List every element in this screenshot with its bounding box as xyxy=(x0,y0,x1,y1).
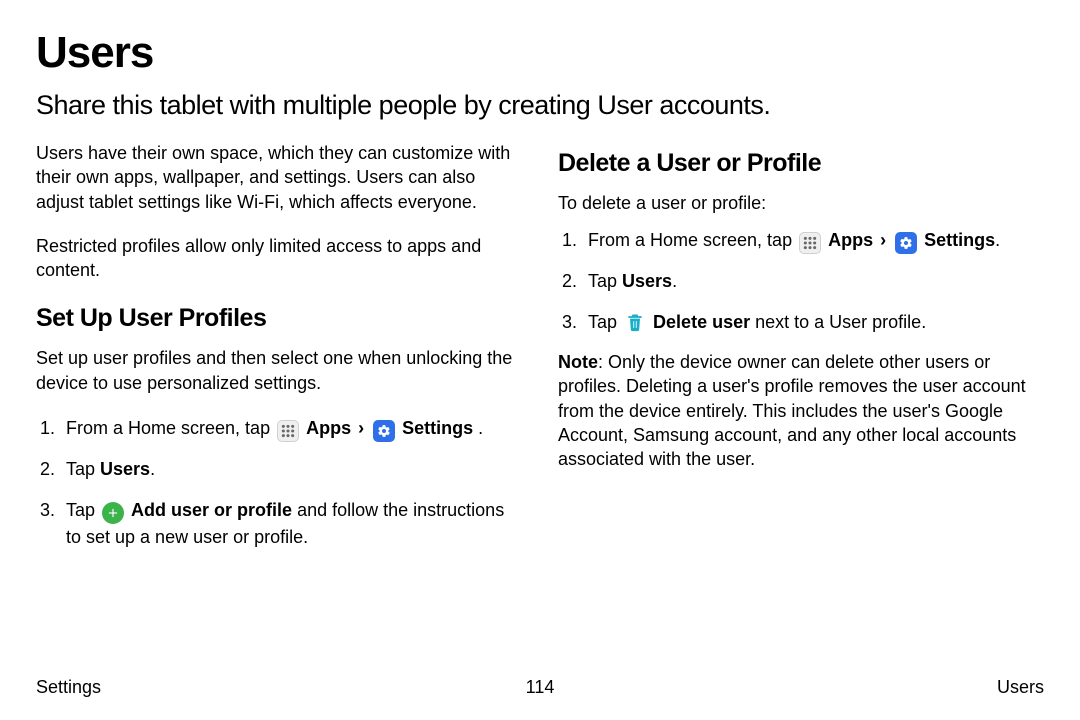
delete-steps: From a Home screen, tap Apps › Settings.… xyxy=(558,227,1044,336)
settings-label: Settings xyxy=(402,418,473,438)
apps-icon xyxy=(277,420,299,442)
users-label: Users xyxy=(622,271,672,291)
apps-label: Apps xyxy=(828,230,873,250)
delete-user-label: Delete user xyxy=(653,312,750,332)
apps-icon xyxy=(799,232,821,254)
step-text-post: . xyxy=(150,459,155,479)
intro-paragraph-1: Users have their own space, which they c… xyxy=(36,141,522,214)
step-text-post: . xyxy=(478,418,483,438)
breadcrumb-caret: › xyxy=(358,418,364,438)
step-text-post: . xyxy=(672,271,677,291)
step-text: Tap xyxy=(66,500,100,520)
page-subtitle: Share this tablet with multiple people b… xyxy=(36,90,1044,121)
footer-page-number: 114 xyxy=(526,677,555,698)
step-text: From a Home screen, tap xyxy=(588,230,797,250)
step-text: Tap xyxy=(588,271,622,291)
step-text: From a Home screen, tap xyxy=(66,418,275,438)
note-body: : Only the device owner can delete other… xyxy=(558,352,1026,469)
step-text-post: next to a User profile. xyxy=(750,312,926,332)
delete-intro: To delete a user or profile: xyxy=(558,191,1044,215)
users-label: Users xyxy=(100,459,150,479)
step-text-post: . xyxy=(995,230,1000,250)
settings-icon xyxy=(373,420,395,442)
settings-icon xyxy=(895,232,917,254)
note-label: Note xyxy=(558,352,598,372)
right-column: Delete a User or Profile To delete a use… xyxy=(558,141,1044,565)
delete-note: Note: Only the device owner can delete o… xyxy=(558,350,1044,471)
setup-step-2: Tap Users. xyxy=(36,456,522,483)
footer-left: Settings xyxy=(36,677,101,698)
add-user-label: Add user or profile xyxy=(131,500,292,520)
setup-intro: Set up user profiles and then select one… xyxy=(36,346,522,395)
page-footer: Settings 114 Users xyxy=(36,677,1044,698)
footer-right: Users xyxy=(997,677,1044,698)
intro-paragraph-2: Restricted profiles allow only limited a… xyxy=(36,234,522,283)
delete-step-1: From a Home screen, tap Apps › Settings. xyxy=(558,227,1044,254)
section-heading-delete: Delete a User or Profile xyxy=(558,147,1044,181)
delete-step-2: Tap Users. xyxy=(558,268,1044,295)
two-column-layout: Users have their own space, which they c… xyxy=(36,141,1044,565)
page-title: Users xyxy=(36,28,1044,78)
breadcrumb-caret: › xyxy=(880,230,886,250)
left-column: Users have their own space, which they c… xyxy=(36,141,522,565)
settings-label: Settings xyxy=(924,230,995,250)
delete-step-3: Tap Delete user next to a User profile. xyxy=(558,309,1044,336)
apps-label: Apps xyxy=(306,418,351,438)
trash-icon xyxy=(624,311,646,333)
setup-step-3: Tap Add user or profile and follow the i… xyxy=(36,497,522,551)
setup-steps: From a Home screen, tap Apps › Settings … xyxy=(36,415,522,551)
add-icon xyxy=(102,502,124,524)
step-text: Tap xyxy=(66,459,100,479)
step-text: Tap xyxy=(588,312,622,332)
section-heading-setup: Set Up User Profiles xyxy=(36,302,522,336)
manual-page: Users Share this tablet with multiple pe… xyxy=(0,0,1080,720)
setup-step-1: From a Home screen, tap Apps › Settings … xyxy=(36,415,522,442)
